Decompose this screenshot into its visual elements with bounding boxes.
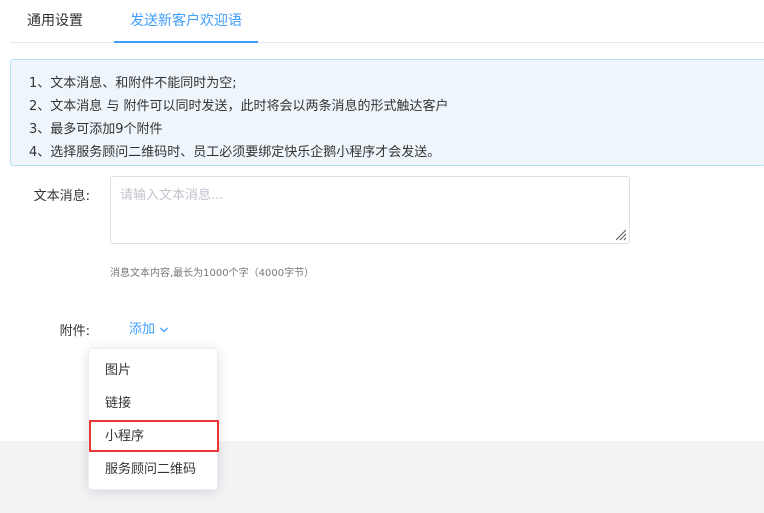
- dropdown-item-link[interactable]: 链接: [89, 387, 219, 420]
- tab-new-customer-welcome[interactable]: 发送新客户欢迎语: [114, 0, 258, 43]
- dropdown-item-mini-program[interactable]: 小程序: [89, 420, 219, 453]
- tab-bar: 通用设置 发送新客户欢迎语: [10, 0, 764, 43]
- notice-line-1: 1、文本消息、和附件不能同时为空;: [29, 76, 237, 91]
- tab-general-settings[interactable]: 通用设置: [10, 0, 114, 43]
- notice-line-3: 3、最多可添加9个附件: [29, 122, 163, 137]
- dropdown-item-advisor-qrcode[interactable]: 服务顾问二维码: [89, 453, 219, 486]
- notice-line-4: 4、选择服务顾问二维码时、员工必须要绑定快乐企鹅小程序才会发送。: [29, 145, 441, 160]
- notice-line-2: 2、文本消息 与 附件可以同时发送，此时将会以两条消息的形式触达客户: [29, 99, 449, 114]
- message-label: 文本消息:: [33, 189, 90, 204]
- welcome-message-settings-page: 通用设置 发送新客户欢迎语 1、文本消息、和附件不能同时为空; 2、文本消息 与…: [0, 0, 764, 513]
- resize-grip-icon[interactable]: [614, 228, 627, 241]
- add-attachment-label: 添加: [129, 322, 156, 337]
- message-hint: 消息文本内容,最长为1000个字（4000字节）: [110, 268, 315, 279]
- active-tab-indicator: [114, 41, 258, 43]
- notice-box: 1、文本消息、和附件不能同时为空; 2、文本消息 与 附件可以同时发送，此时将会…: [10, 59, 764, 166]
- add-attachment-button[interactable]: 添加: [129, 318, 169, 337]
- attachment-label: 附件:: [59, 324, 90, 339]
- message-textarea[interactable]: [110, 176, 630, 244]
- attachment-type-dropdown: 图片 链接 小程序 服务顾问二维码: [88, 348, 218, 490]
- dropdown-item-image[interactable]: 图片: [89, 354, 219, 387]
- chevron-down-icon: [160, 327, 168, 332]
